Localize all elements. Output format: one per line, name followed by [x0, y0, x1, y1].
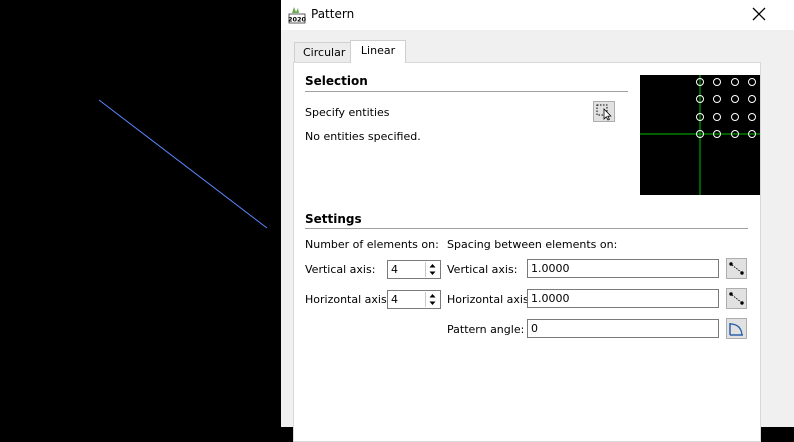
pattern-preview: [640, 75, 760, 195]
svg-text:2020: 2020: [288, 16, 306, 24]
pattern-angle-field[interactable]: [527, 319, 719, 338]
settings-divider: [305, 228, 748, 229]
vertical-count-down-button[interactable]: [426, 270, 439, 277]
specify-entities-label: Specify entities: [305, 106, 390, 119]
vertical-count-arrows: [425, 262, 439, 277]
app-icon: 2020: [288, 7, 306, 24]
drawing-canvas[interactable]: [0, 0, 281, 427]
close-icon[interactable]: [751, 6, 767, 22]
select-cursor-icon: [596, 104, 612, 121]
spacing-horizontal-field[interactable]: [527, 289, 719, 308]
selection-title: Selection: [305, 74, 368, 88]
pattern-angle-label: Pattern angle:: [447, 323, 525, 336]
pick-distance-icon: [729, 292, 744, 305]
spacing-heading: Spacing between elements on:: [447, 238, 618, 251]
pattern-angle-input[interactable]: [530, 321, 712, 336]
window-title: Pattern: [311, 7, 355, 21]
pick-angle-button[interactable]: [726, 318, 747, 339]
spacing-vertical-field[interactable]: [527, 259, 719, 278]
horizontal-count-down-button[interactable]: [426, 300, 439, 307]
vertical-count-up-button[interactable]: [426, 262, 439, 269]
title-bar: 2020 Pattern: [281, 0, 794, 30]
spacing-horizontal-label: Horizontal axis:: [447, 293, 533, 306]
elements-heading: Number of elements on:: [305, 238, 439, 251]
spacing-vertical-input[interactable]: [530, 261, 712, 276]
pick-vertical-spacing-button[interactable]: [726, 258, 747, 279]
pick-distance-icon: [729, 262, 744, 275]
arrow-up-icon: [429, 294, 436, 298]
pattern-dialog: 2020 Pattern Circular Linear Selection S…: [281, 0, 794, 442]
arrow-up-icon: [429, 264, 436, 268]
pick-angle-icon: [729, 323, 743, 336]
vertical-count-input[interactable]: [390, 262, 426, 277]
spacing-horizontal-input[interactable]: [530, 291, 712, 306]
vertical-axis-label: Vertical axis:: [305, 263, 376, 276]
horizontal-axis-label: Horizontal axis:: [305, 293, 391, 306]
arrow-down-icon: [429, 301, 436, 305]
vertical-count-stepper[interactable]: [387, 260, 441, 279]
horizontal-count-input[interactable]: [390, 292, 426, 307]
horizontal-count-up-button[interactable]: [426, 292, 439, 299]
settings-title: Settings: [305, 212, 362, 226]
canvas-line: [98, 99, 268, 229]
pattern-preview-graphic: [640, 75, 760, 195]
arrow-down-icon: [429, 271, 436, 275]
horizontal-count-stepper[interactable]: [387, 290, 441, 309]
spacing-vertical-label: Vertical axis:: [447, 263, 518, 276]
tab-linear[interactable]: Linear: [350, 40, 406, 63]
horizontal-count-arrows: [425, 292, 439, 307]
selection-status: No entities specified.: [305, 130, 421, 143]
selection-divider: [305, 91, 628, 92]
tab-circular[interactable]: Circular: [294, 42, 351, 62]
pick-horizontal-spacing-button[interactable]: [726, 288, 747, 309]
select-entities-button[interactable]: [593, 101, 615, 122]
tab-panel-linear: Selection Specify entities No entities s…: [293, 62, 761, 442]
